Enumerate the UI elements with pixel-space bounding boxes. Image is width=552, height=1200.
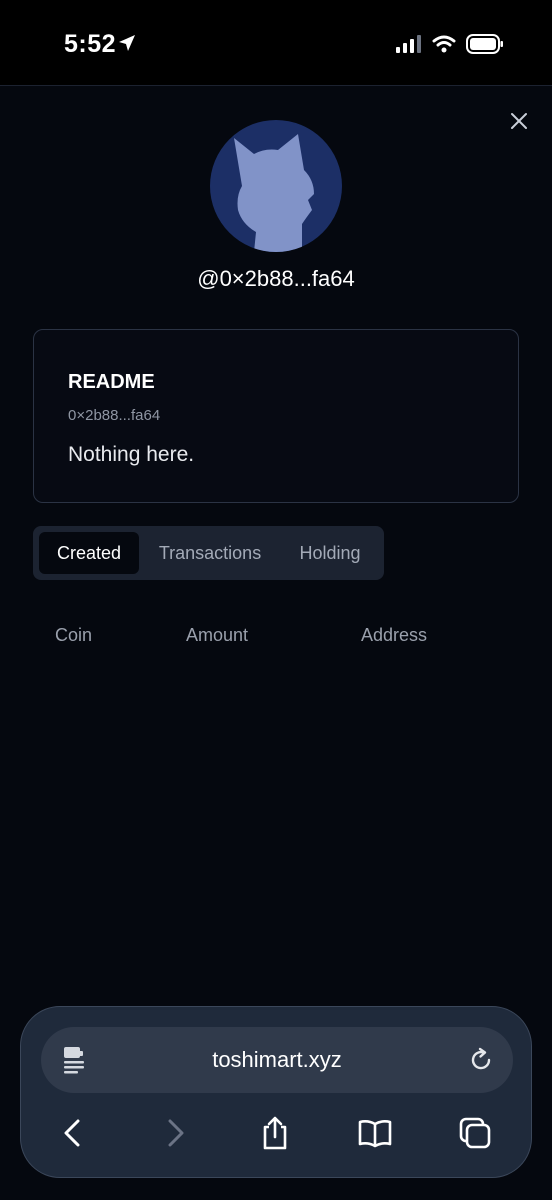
address-bar[interactable]: toshimart.xyz [41,1027,513,1093]
status-time: 5:52 [64,30,117,58]
readme-card: README 0×2b88...fa64 Nothing here. [33,329,519,503]
tab-holding[interactable]: Holding [285,532,375,574]
back-icon[interactable] [55,1115,91,1151]
status-icons [396,34,504,54]
readme-body: Nothing here. [68,443,195,466]
reload-icon[interactable] [468,1047,494,1073]
bookmarks-icon[interactable] [357,1115,393,1151]
readme-address: 0×2b88...fa64 [68,407,161,424]
url-text[interactable]: toshimart.xyz [41,1047,513,1073]
status-bar: 5:52 [0,0,552,86]
tab-bar: Created Transactions Holding [33,526,384,580]
cat-silhouette-icon [234,134,314,252]
tabs-icon[interactable] [457,1115,493,1151]
column-header-coin: Coin [55,625,93,645]
forward-icon[interactable] [157,1115,193,1151]
location-arrow-icon [119,35,135,51]
share-icon[interactable] [257,1115,293,1151]
avatar [210,120,342,252]
tab-transactions[interactable]: Transactions [145,532,275,574]
column-header-address: Address [361,625,428,645]
screen: 5:52 @0×2b88...fa64 README 0×2b88...fa64… [0,0,552,1200]
signal-icon [396,35,421,53]
browser-toolbar: toshimart.xyz [20,1006,532,1178]
tab-created[interactable]: Created [39,532,139,574]
battery-icon [466,34,503,54]
column-header-amount: Amount [186,625,249,645]
readme-title: README [68,371,155,393]
close-icon[interactable] [508,110,530,132]
wifi-icon [432,35,456,53]
profile-handle: @0×2b88...fa64 [197,266,355,291]
